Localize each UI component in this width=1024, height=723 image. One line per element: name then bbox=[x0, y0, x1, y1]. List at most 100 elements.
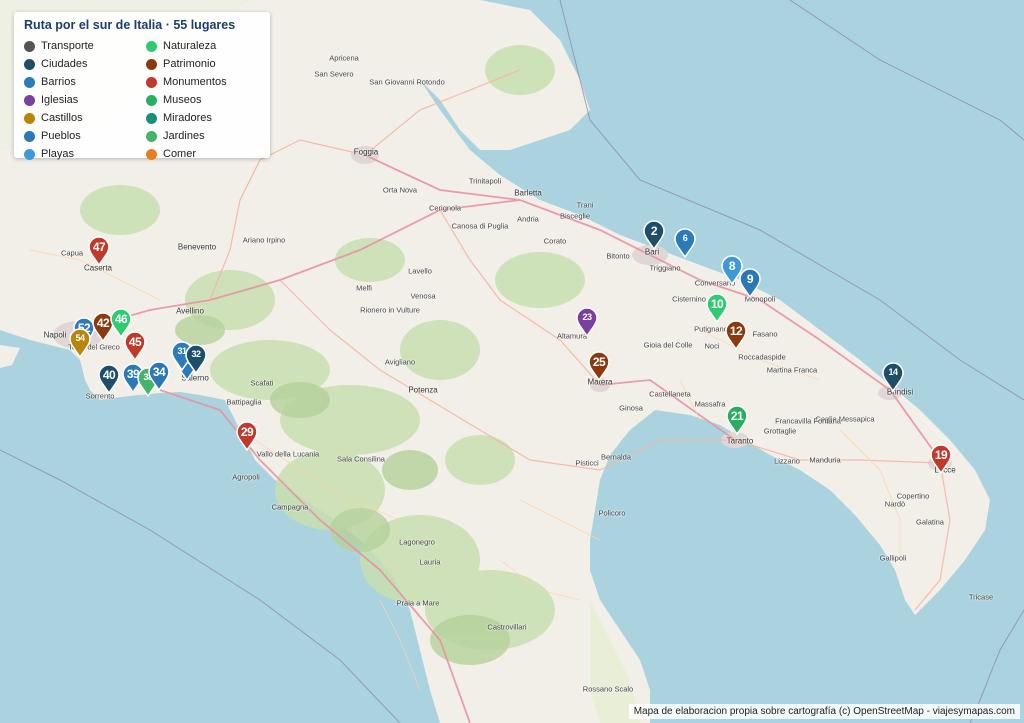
map-canvas[interactable]: Foggia Barletta Trani Andria Bisceglie B… bbox=[0, 0, 1024, 723]
transport-icon bbox=[24, 40, 35, 52]
museum-icon bbox=[146, 94, 157, 106]
place-label: Venosa bbox=[410, 291, 436, 301]
place-label: Massafra bbox=[694, 399, 726, 409]
place-label: Pisticci bbox=[575, 458, 599, 468]
map-marker[interactable]: 40 bbox=[98, 364, 120, 394]
legend-item-playas[interactable]: Playas bbox=[24, 146, 74, 162]
legend-item-comer[interactable]: Comer bbox=[146, 146, 196, 162]
place-label: Bernalda bbox=[600, 452, 632, 462]
place-label: Agropoli bbox=[232, 472, 260, 482]
map-attribution[interactable]: Mapa de elaboracion propia sobre cartogr… bbox=[628, 704, 1020, 719]
legend-item-label: Naturaleza bbox=[163, 40, 217, 52]
place-label: Benevento bbox=[177, 242, 217, 252]
marker-number: 45 bbox=[128, 335, 142, 349]
legend-item-ciudades[interactable]: Ciudades bbox=[24, 56, 87, 72]
legend-item-label: Castillos bbox=[41, 112, 83, 124]
place-label: Cisternino bbox=[672, 294, 706, 304]
viewpoint-icon bbox=[146, 112, 157, 124]
place-label: Canosa di Puglia bbox=[451, 221, 509, 231]
place-label: Taranto bbox=[726, 436, 754, 446]
place-label: Vallo della Lucania bbox=[256, 449, 320, 459]
place-label: Fasano bbox=[752, 329, 778, 339]
legend-item-label: Iglesias bbox=[41, 94, 79, 106]
place-label: Tricase bbox=[968, 592, 994, 602]
church-icon bbox=[24, 94, 35, 106]
legend-item-label: Pueblos bbox=[41, 130, 81, 142]
legend-item-pueblos[interactable]: Pueblos bbox=[24, 128, 81, 144]
place-label: Avellino bbox=[176, 306, 204, 316]
place-label: Triggiano bbox=[649, 263, 681, 273]
marker-number: 54 bbox=[75, 333, 85, 343]
map-marker[interactable]: 45 bbox=[124, 331, 146, 361]
map-marker[interactable]: 25 bbox=[588, 351, 610, 381]
place-label: Rossano Scalo bbox=[582, 684, 634, 694]
place-label: Lavello bbox=[408, 266, 432, 276]
castle-icon bbox=[24, 112, 35, 124]
marker-number: 25 bbox=[592, 355, 606, 369]
neighborhood-icon bbox=[24, 76, 35, 88]
legend-item-miradores[interactable]: Miradores bbox=[146, 110, 212, 126]
map-marker[interactable]: 23 bbox=[576, 307, 598, 337]
place-label: Avigliano bbox=[384, 357, 416, 367]
legend-item-barrios[interactable]: Barrios bbox=[24, 74, 76, 90]
marker-number: 46 bbox=[114, 312, 128, 326]
map-marker[interactable]: 9 bbox=[739, 268, 761, 298]
map-marker[interactable]: 2 bbox=[643, 220, 665, 250]
marker-number: 9 bbox=[746, 272, 754, 286]
place-label: Apricena bbox=[329, 53, 359, 63]
legend-item-castillos[interactable]: Castillos bbox=[24, 110, 83, 126]
legend-item-museos[interactable]: Museos bbox=[146, 92, 202, 108]
heritage-icon bbox=[146, 58, 157, 70]
marker-number: 14 bbox=[888, 367, 898, 377]
map-marker[interactable]: 14 bbox=[882, 362, 904, 392]
legend-item-label: Patrimonio bbox=[163, 58, 216, 70]
map-marker[interactable]: 21 bbox=[726, 405, 748, 435]
place-label: Andria bbox=[517, 214, 539, 224]
legend-item-monumentos[interactable]: Monumentos bbox=[146, 74, 227, 90]
place-label: Battipaglia bbox=[226, 397, 262, 407]
city-icon bbox=[24, 58, 35, 70]
legend-title: Ruta por el sur de Italia · 55 lugares bbox=[24, 18, 236, 32]
marker-number: 10 bbox=[710, 297, 724, 311]
legend-item-naturaleza[interactable]: Naturaleza bbox=[146, 38, 216, 54]
map-marker[interactable]: 54 bbox=[69, 328, 91, 358]
legend-item-iglesias[interactable]: Iglesias bbox=[24, 92, 78, 108]
place-label: Bitonto bbox=[606, 251, 630, 261]
village-icon bbox=[24, 130, 35, 142]
place-label: Nardò bbox=[884, 499, 906, 509]
marker-number: 19 bbox=[934, 448, 948, 462]
place-label: Castellaneta bbox=[649, 389, 691, 399]
garden-icon bbox=[146, 130, 157, 142]
place-label: Praia a Mare bbox=[396, 598, 440, 608]
place-label: Potenza bbox=[408, 385, 438, 395]
legend-item-label: Jardines bbox=[163, 130, 205, 142]
place-label: Galatina bbox=[916, 517, 944, 527]
map-marker[interactable]: 32 bbox=[185, 344, 207, 374]
legend-item-jardines[interactable]: Jardines bbox=[146, 128, 205, 144]
legend-item-label: Transporte bbox=[41, 40, 94, 52]
place-label: Putignano bbox=[694, 324, 728, 334]
place-label: Roccadaspide bbox=[738, 352, 786, 362]
marker-number: 32 bbox=[191, 349, 201, 359]
place-label: Gallipoli bbox=[879, 553, 907, 563]
legend-item-label: Monumentos bbox=[163, 76, 227, 88]
place-label: Trani bbox=[576, 200, 594, 210]
legend-item-patrimonio[interactable]: Patrimonio bbox=[146, 56, 216, 72]
place-label: Corato bbox=[543, 236, 567, 246]
map-marker[interactable]: 6 bbox=[674, 228, 696, 258]
map-marker[interactable]: 29 bbox=[236, 421, 258, 451]
map-marker[interactable]: 19 bbox=[930, 444, 952, 474]
place-label: Barletta bbox=[514, 188, 542, 198]
place-label: Martina Franca bbox=[766, 365, 818, 375]
legend-item-transporte[interactable]: Transporte bbox=[24, 38, 94, 54]
place-label: Policoro bbox=[598, 508, 626, 518]
place-label: Orta Nova bbox=[382, 185, 418, 195]
marker-number: 34 bbox=[152, 365, 166, 379]
place-label: Castrovillari bbox=[487, 622, 527, 632]
place-label: Scafati bbox=[250, 378, 274, 388]
place-label: Sala Consilina bbox=[337, 454, 385, 464]
map-marker[interactable]: 47 bbox=[88, 236, 110, 266]
map-marker[interactable]: 10 bbox=[706, 293, 728, 323]
map-marker[interactable]: 34 bbox=[148, 361, 170, 391]
map-marker[interactable]: 12 bbox=[725, 320, 747, 350]
